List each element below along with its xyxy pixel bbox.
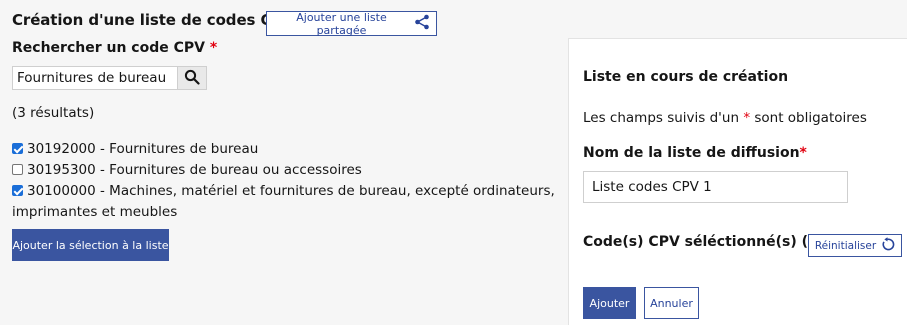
add-selection-button[interactable]: Ajouter la sélection à la liste	[12, 229, 169, 261]
required-mark: *	[209, 40, 218, 56]
results-count: (3 résultats)	[12, 105, 95, 121]
reset-button[interactable]: Réinitialiser	[808, 234, 902, 257]
required-note: Les champs suivis d'un * sont obligatoir…	[583, 110, 867, 126]
list-item[interactable]: 30195300 - Fournitures de bureau ou acce…	[12, 160, 560, 181]
list-item-label: 30192000 - Fournitures de bureau	[27, 141, 259, 157]
search-label-text: Rechercher un code CPV	[12, 40, 205, 56]
search-label: Rechercher un code CPV *	[12, 40, 217, 56]
list-name-input[interactable]	[583, 171, 848, 203]
list-item-label: 30195300 - Fournitures de bureau ou acce…	[27, 162, 362, 178]
checkbox[interactable]	[12, 185, 23, 196]
list-item[interactable]: 30192000 - Fournitures de bureau	[12, 139, 560, 160]
search-input[interactable]	[12, 66, 177, 90]
list-item[interactable]: 30100000 - Machines, matériel et fournit…	[12, 181, 560, 223]
checkbox[interactable]	[12, 164, 23, 175]
reset-label: Réinitialiser	[814, 239, 877, 252]
panel-title: Liste en cours de création	[583, 69, 789, 85]
search-bar	[12, 66, 207, 90]
list-name-label-text: Nom de la liste de diffusion	[583, 145, 800, 161]
list-name-required-mark: *	[799, 145, 807, 161]
add-shared-list-button[interactable]: Ajouter une liste partagée	[266, 10, 437, 37]
left-pane: Création d'une liste de codes CPV Ajoute…	[0, 0, 568, 325]
list-name-label: Nom de la liste de diffusion*	[583, 145, 807, 161]
add-button[interactable]: Ajouter	[583, 287, 636, 319]
selected-codes-label: Code(s) CPV séléctionné(s) (0)	[583, 234, 825, 250]
search-icon	[184, 69, 200, 88]
required-note-suffix: sont obligatoires	[750, 110, 867, 126]
search-button[interactable]	[177, 66, 207, 90]
checkbox[interactable]	[12, 143, 23, 154]
reset-icon	[880, 236, 895, 255]
page-title: Création d'une liste de codes CPV	[12, 11, 294, 29]
cancel-button[interactable]: Annuler	[644, 287, 699, 319]
list-panel: Liste en cours de création Les champs su…	[568, 38, 907, 325]
results-list: 30192000 - Fournitures de bureau 3019530…	[12, 139, 560, 223]
add-shared-list-label: Ajouter une liste partagée	[296, 10, 387, 37]
required-note-prefix: Les champs suivis d'un	[583, 110, 744, 126]
list-item-label: 30100000 - Machines, matériel et fournit…	[12, 183, 555, 220]
share-icon	[414, 14, 430, 33]
